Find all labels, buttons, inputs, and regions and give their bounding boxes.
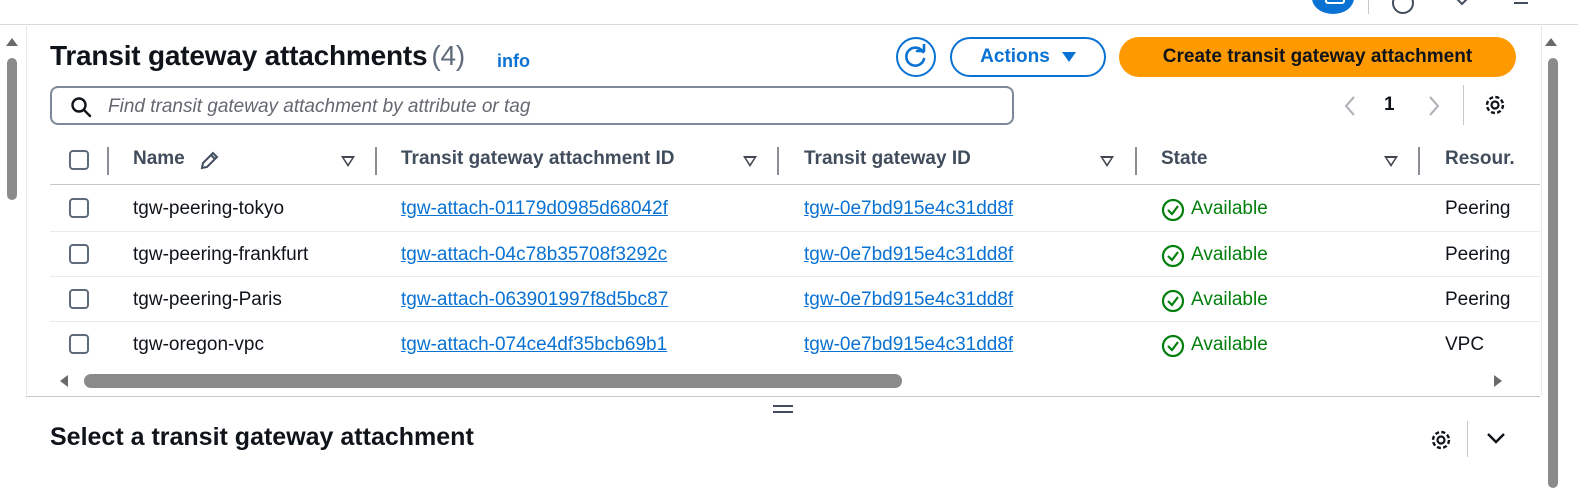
refresh-button[interactable] — [896, 37, 936, 77]
status-label: Available — [1191, 198, 1268, 219]
status-success-icon — [1161, 334, 1185, 358]
status-label: Available — [1191, 334, 1268, 355]
sort-caret-icon[interactable] — [1100, 156, 1114, 167]
row-checkbox[interactable] — [69, 334, 89, 354]
column-header-resource[interactable]: Resour. — [1445, 148, 1515, 176]
row-name: tgw-oregon-vpc — [133, 334, 264, 355]
column-separator — [107, 147, 109, 175]
row-divider — [50, 321, 1540, 322]
current-page-number[interactable]: 1 — [1384, 94, 1395, 116]
search-input[interactable] — [106, 92, 990, 121]
right-scroll-up-arrow[interactable] — [1545, 38, 1557, 46]
column-header-attachment-id[interactable]: Transit gateway attachment ID — [401, 148, 674, 176]
search-field[interactable] — [50, 86, 1014, 125]
status-label: Available — [1191, 244, 1268, 265]
sort-caret-icon[interactable] — [341, 156, 355, 167]
row-checkbox[interactable] — [69, 198, 89, 218]
status-success-icon — [1161, 198, 1185, 222]
column-header-name[interactable]: Name — [133, 148, 185, 176]
info-link[interactable]: info — [497, 51, 530, 72]
details-title: Select a transit gateway attachment — [50, 423, 474, 451]
left-scrollbar-thumb[interactable] — [7, 58, 17, 200]
split-panel-divider — [26, 396, 1540, 397]
right-scrollbar-thumb[interactable] — [1548, 58, 1558, 488]
refresh-icon — [905, 44, 926, 67]
resource-type: Peering — [1445, 198, 1511, 219]
caret-down-icon — [1061, 52, 1076, 62]
status-label: Available — [1191, 289, 1268, 310]
cloudshell-icon[interactable] — [1508, 0, 1530, 8]
resource-type: VPC — [1445, 334, 1485, 355]
next-page-icon[interactable] — [1424, 94, 1444, 118]
row-name: tgw-peering-Paris — [133, 289, 282, 310]
actions-button[interactable]: Actions — [950, 37, 1106, 77]
page-title: Transit gateway attachments (4) — [50, 40, 465, 72]
split-panel-separator — [1467, 421, 1468, 457]
attachment-count: (4) — [431, 40, 466, 71]
previous-page-icon[interactable] — [1340, 94, 1360, 118]
column-header-label: Transit gateway ID — [804, 148, 971, 169]
attachment-id-link[interactable]: tgw-attach-063901997f8d5bc87 — [401, 289, 668, 311]
column-header-label: Resour. — [1445, 148, 1515, 169]
status-success-icon — [1161, 244, 1185, 268]
row-name: tgw-peering-frankfurt — [133, 244, 309, 265]
resource-type: Peering — [1445, 289, 1511, 310]
column-separator[interactable] — [375, 147, 377, 175]
row-divider — [50, 231, 1540, 232]
tgw-id-link[interactable]: tgw-0e7bd915e4c31dd8f — [804, 244, 1013, 266]
tgw-id-link[interactable]: tgw-0e7bd915e4c31dd8f — [804, 198, 1013, 220]
column-header-label: Transit gateway attachment ID — [401, 148, 675, 169]
split-panel-gear-icon[interactable] — [1428, 427, 1454, 453]
pagination-separator — [1463, 85, 1464, 125]
row-divider — [50, 276, 1540, 277]
attachment-id-link[interactable]: tgw-attach-01179d0985d68042f — [401, 198, 668, 220]
top-nav-separator — [1368, 0, 1369, 14]
row-name: tgw-peering-tokyo — [133, 198, 285, 219]
settings-icon[interactable] — [1450, 0, 1474, 8]
row-checkbox[interactable] — [69, 244, 89, 264]
tgw-id-link[interactable]: tgw-0e7bd915e4c31dd8f — [804, 289, 1013, 311]
attachment-id-link[interactable]: tgw-attach-074ce4df35bcb69b1 — [401, 334, 667, 356]
header-divider — [50, 184, 1540, 185]
search-icon — [71, 97, 92, 118]
column-separator[interactable] — [1418, 147, 1420, 175]
scroll-left-arrow[interactable] — [60, 375, 68, 387]
attachment-id-link[interactable]: tgw-attach-04c78b35708f3292c — [401, 244, 667, 266]
page-title-text: Transit gateway attachments — [50, 40, 428, 71]
split-panel-resize-handle[interactable] — [773, 405, 793, 415]
select-all-checkbox[interactable] — [69, 150, 89, 170]
column-separator[interactable] — [777, 147, 779, 175]
pencil-edit-icon — [200, 151, 219, 170]
row-checkbox[interactable] — [69, 289, 89, 309]
column-header-tgw-id[interactable]: Transit gateway ID — [804, 148, 971, 176]
sort-caret-icon[interactable] — [1384, 156, 1398, 167]
resource-type: Peering — [1445, 244, 1511, 265]
actions-label: Actions — [980, 46, 1050, 67]
status-success-icon — [1161, 289, 1185, 313]
table-preferences-gear-icon[interactable] — [1482, 92, 1508, 118]
column-header-state[interactable]: State — [1161, 148, 1207, 176]
scroll-right-arrow[interactable] — [1494, 375, 1502, 387]
tgw-id-link[interactable]: tgw-0e7bd915e4c31dd8f — [804, 334, 1013, 356]
horizontal-scrollbar-thumb[interactable] — [84, 374, 902, 388]
column-separator[interactable] — [1135, 147, 1137, 175]
create-attachment-button[interactable]: Create transit gateway attachment — [1119, 37, 1516, 77]
chevron-down-icon[interactable] — [1485, 430, 1507, 446]
column-header-label: State — [1161, 148, 1208, 169]
sort-caret-icon[interactable] — [743, 156, 757, 167]
column-header-label: Name — [133, 148, 185, 169]
left-scroll-up-arrow[interactable] — [6, 38, 18, 46]
